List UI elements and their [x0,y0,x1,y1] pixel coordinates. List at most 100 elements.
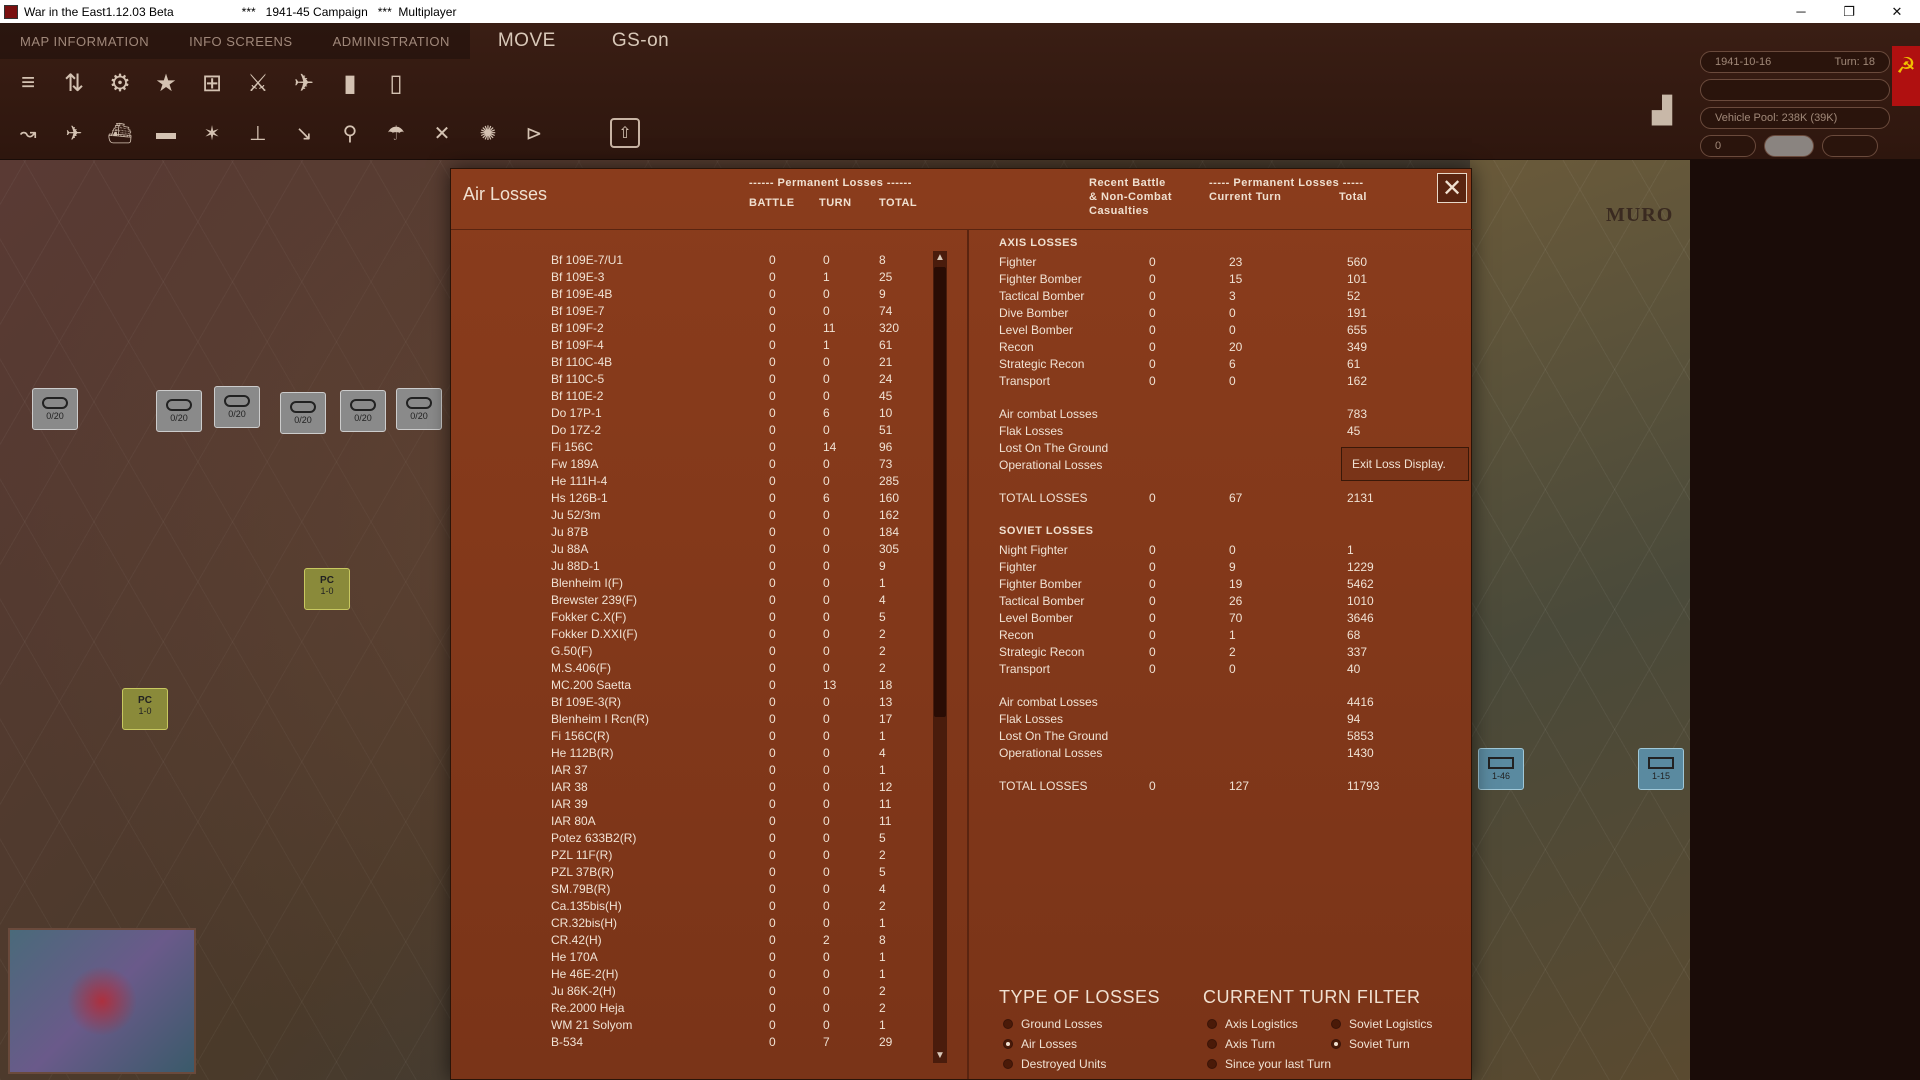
bomb-icon[interactable]: ✶ [192,113,232,153]
aircraft-name: Fi 156C(R) [551,729,610,743]
supply-icon[interactable]: ▯ [376,63,416,103]
aircraft-name: Potez 633B2(R) [551,831,637,845]
scroll-up-icon[interactable]: ▲ [933,251,947,265]
upload-icon[interactable]: ⇧ [610,118,640,148]
unit-counter[interactable]: 0/20 [340,390,386,432]
unit-counter[interactable]: 0/20 [32,388,78,430]
scroll-thumb[interactable] [934,267,946,717]
city-label: MURO [1606,204,1674,226]
unit-counter[interactable]: 0/20 [280,392,326,434]
radio-dot[interactable] [1207,1019,1217,1029]
type-of-losses-title: TYPE OF LOSSES [999,987,1161,1007]
flak-icon[interactable]: ✺ [468,113,508,153]
unit-icon[interactable]: ⊞ [192,63,232,103]
aircraft-name: He 46E-2(H) [551,967,619,981]
type-of-losses-radio[interactable]: Air Losses [1003,1037,1077,1051]
scrollbar[interactable]: ▲ ▼ [933,251,947,1063]
turn-value: 0 [823,644,830,658]
turn-filter-radio[interactable]: Since your last Turn [1207,1057,1331,1071]
counter-box[interactable]: 0 [1700,135,1756,157]
type-of-losses-radio[interactable]: Destroyed Units [1003,1057,1106,1071]
turn-filter-radio[interactable]: Axis Turn [1207,1037,1275,1051]
turn-value: 0 [823,508,830,522]
radio-dot[interactable] [1331,1039,1341,1049]
land-icon[interactable]: ⊥ [238,113,278,153]
total-value: 17 [879,712,893,726]
scroll-down-icon[interactable]: ▼ [933,1049,947,1063]
turn-value: 0 [823,967,830,981]
radio-dot[interactable] [1003,1039,1013,1049]
radio-dot[interactable] [1331,1019,1341,1029]
interdict-icon[interactable]: ✕ [422,113,462,153]
turn-filter-radio[interactable]: Soviet Turn [1331,1037,1410,1051]
sliders-icon[interactable]: ⇅ [54,63,94,103]
aircraft-loss-list: Bf 109E-7/U1 0 0 8 Bf 109E-3 0 1 25 Bf 109E-4B 0 0… [451,253,951,1052]
battle-value: 0 [1149,357,1156,371]
bar-chart-icon[interactable]: ▟ [1652,95,1672,126]
gear-icon[interactable]: ⚙ [100,63,140,103]
paradrop-icon[interactable]: ☂ [376,113,416,153]
minimap[interactable] [8,928,196,1074]
ship-icon[interactable]: ⛴ [100,113,140,153]
aircraft-name: IAR 38 [551,780,588,794]
move-icon[interactable]: ↝ [8,113,48,153]
total-value: 560 [1347,255,1368,269]
blank-control[interactable] [1822,135,1878,157]
menu-map-information[interactable]: MAP INFORMATION [0,23,170,59]
radio-dot[interactable] [1003,1019,1013,1029]
pc-unit-counter[interactable]: PC 1-0 [122,688,168,730]
aircraft-icon[interactable]: ✈ [54,113,94,153]
type-of-losses-radio[interactable]: Ground Losses [1003,1017,1102,1031]
airstrike-icon[interactable]: ✈ [284,63,324,103]
battle-value: 0 [769,525,776,539]
radio-label: Soviet Logistics [1349,1017,1433,1031]
category-name: Level Bomber [999,323,1074,337]
move-mode-label[interactable]: MOVE [470,23,584,59]
total-value: 1 [879,950,886,964]
dive-icon[interactable]: ↘ [284,113,324,153]
star-icon[interactable]: ★ [146,63,186,103]
close-button[interactable]: ✕ [1437,173,1467,203]
radio-dot[interactable] [1207,1059,1217,1069]
total-value: 45 [879,389,893,403]
table-row: Re.2000 Heja 0 0 2 [451,1001,951,1018]
unit-counter[interactable]: 0/20 [156,390,202,432]
turn-value: 0 [823,457,830,471]
perm-losses-header: ------ Permanent Losses ------ [749,177,912,189]
fuel-icon[interactable]: ▮ [330,63,370,103]
speed-slider[interactable] [1764,135,1814,157]
table-row: He 111H-4 0 0 285 [451,474,951,491]
aircraft-name: Bf 110E-2 [551,389,604,403]
date-readout: 1941-10-16 [1715,56,1772,68]
crossed-swords-icon[interactable]: ⚔ [238,63,278,103]
layers-icon[interactable]: ≡ [8,63,48,103]
restore-button[interactable]: ❐ [1826,0,1872,23]
recon-icon[interactable]: ⚲ [330,113,370,153]
turn-filter-radio[interactable]: Soviet Logistics [1331,1017,1432,1031]
window-close-button[interactable]: ✕ [1874,0,1920,23]
total-value: 162 [879,508,900,522]
unit-counter[interactable]: 0/20 [214,386,260,428]
minimize-button[interactable]: ─ [1778,0,1824,23]
turn-filter-radio[interactable]: Axis Logistics [1207,1017,1298,1031]
aircraft-name: Bf 109E-3(R) [551,695,622,709]
total-value: 101 [1347,272,1368,286]
turn-value: 0 [823,916,830,930]
radio-dot[interactable] [1003,1059,1013,1069]
airfield-icon[interactable]: ▬ [146,113,186,153]
pc-unit-counter[interactable]: PC 1-0 [304,568,350,610]
gs-on-toggle[interactable]: GS-on [584,23,697,59]
menu-administration[interactable]: ADMINISTRATION [312,23,470,59]
soviet-unit-counter[interactable]: 1-46 [1478,748,1524,790]
battle-value: 0 [769,576,776,590]
unit-counter[interactable]: 0/20 [396,388,442,430]
game-map-right[interactable] [1470,160,1690,1080]
radio-dot[interactable] [1207,1039,1217,1049]
summary-row: Air combat Losses 4416 [999,695,1459,712]
aircraft-name: G.50(F) [551,644,593,658]
play-icon[interactable]: ⊳ [514,113,554,153]
menu-info-screens[interactable]: INFO SCREENS [169,23,313,59]
soviet-unit-counter[interactable]: 1-15 [1638,748,1684,790]
category-name: Strategic Recon [999,645,1085,659]
category-name: Fighter Bomber [999,272,1082,286]
